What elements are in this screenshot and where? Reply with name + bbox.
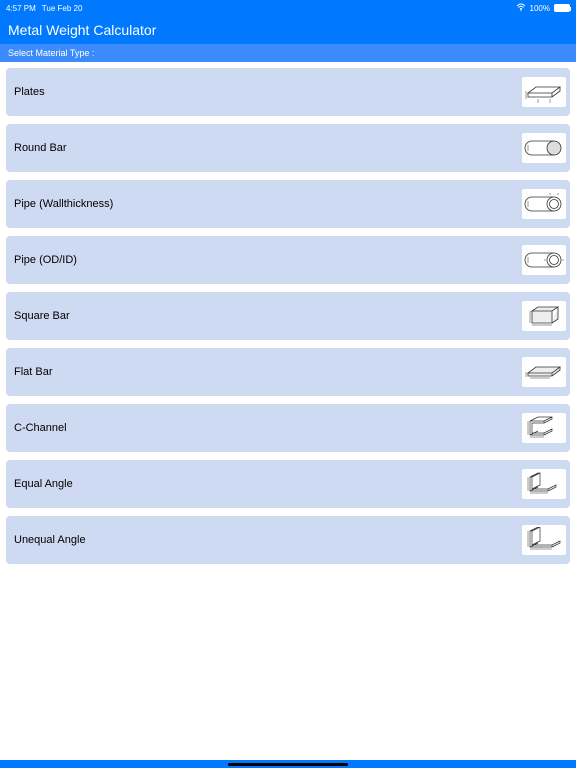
material-list: Plates Round Bar Pipe (Wallthickness) Pi…: [0, 62, 576, 564]
material-row-pipe-wall[interactable]: Pipe (Wallthickness): [6, 180, 570, 228]
material-label: Pipe (Wallthickness): [14, 198, 113, 210]
page-title: Metal Weight Calculator: [8, 22, 156, 38]
material-row-square-bar[interactable]: Square Bar: [6, 292, 570, 340]
material-label: Pipe (OD/ID): [14, 254, 77, 266]
material-label: Round Bar: [14, 142, 67, 154]
material-row-c-channel[interactable]: C-Channel: [6, 404, 570, 452]
material-label: Flat Bar: [14, 366, 53, 378]
material-label: Equal Angle: [14, 478, 73, 490]
flat-bar-icon: [522, 357, 566, 387]
material-label: Plates: [14, 86, 45, 98]
battery-icon: [554, 4, 570, 12]
section-label: Select Material Type :: [8, 48, 94, 58]
plate-icon: [522, 77, 566, 107]
pipe-wall-icon: [522, 189, 566, 219]
status-time: 4:57 PM: [6, 4, 36, 13]
square-bar-icon: [522, 301, 566, 331]
section-header: Select Material Type :: [0, 44, 576, 62]
pipe-odid-icon: [522, 245, 566, 275]
battery-pct: 100%: [530, 4, 550, 13]
material-row-pipe-odid[interactable]: Pipe (OD/ID): [6, 236, 570, 284]
material-label: Unequal Angle: [14, 534, 86, 546]
home-indicator: [228, 763, 348, 766]
round-bar-icon: [522, 133, 566, 163]
equal-angle-icon: [522, 469, 566, 499]
status-bar: 4:57 PM Tue Feb 20 100%: [0, 0, 576, 16]
wifi-icon: [516, 3, 526, 13]
material-row-unequal-angle[interactable]: Unequal Angle: [6, 516, 570, 564]
material-label: C-Channel: [14, 422, 67, 434]
status-date: Tue Feb 20: [42, 4, 83, 13]
material-row-round-bar[interactable]: Round Bar: [6, 124, 570, 172]
c-channel-icon: [522, 413, 566, 443]
material-row-flat-bar[interactable]: Flat Bar: [6, 348, 570, 396]
material-label: Square Bar: [14, 310, 70, 322]
unequal-angle-icon: [522, 525, 566, 555]
app-header: Metal Weight Calculator: [0, 16, 576, 44]
material-row-plates[interactable]: Plates: [6, 68, 570, 116]
material-row-equal-angle[interactable]: Equal Angle: [6, 460, 570, 508]
